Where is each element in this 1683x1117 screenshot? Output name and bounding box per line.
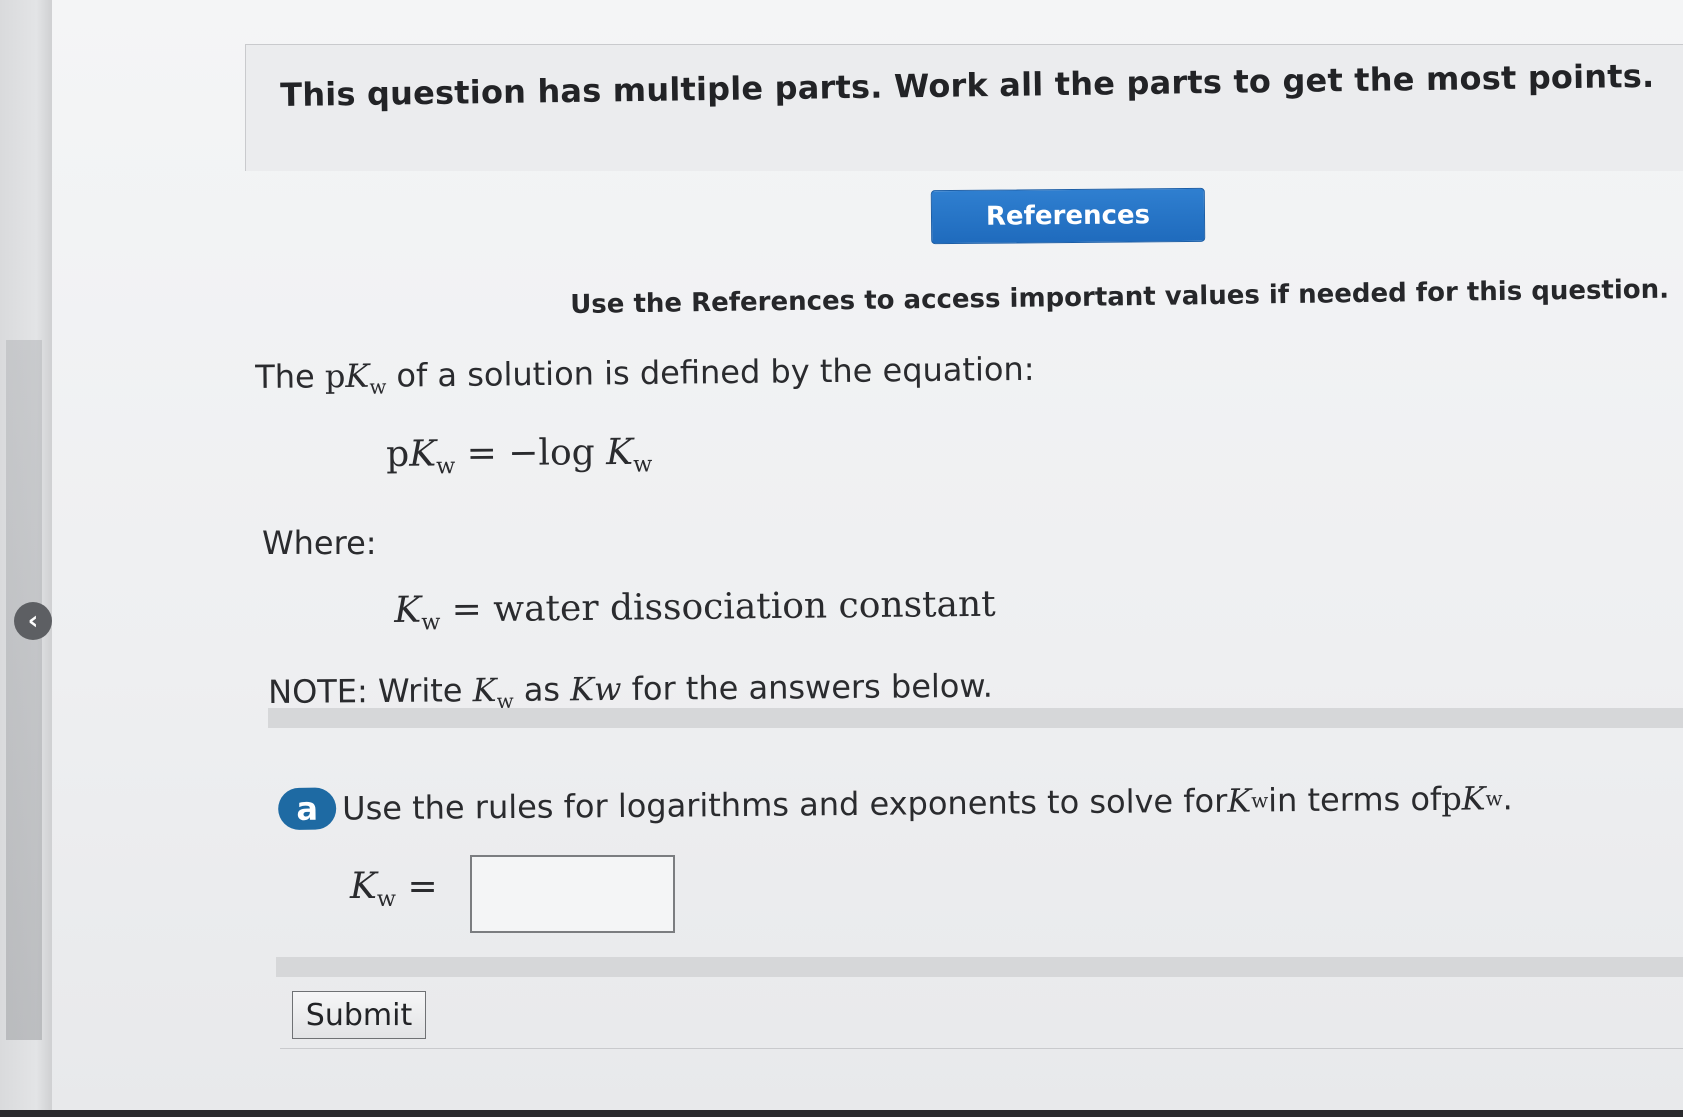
answer-divider: [276, 957, 1683, 977]
intro-p: p: [324, 357, 346, 396]
answer-sub-w: w: [376, 885, 397, 912]
submit-button[interactable]: Submit: [292, 991, 426, 1039]
note-before: NOTE: Write: [268, 671, 473, 711]
monitor-bezel-bottom: [0, 1110, 1683, 1117]
eq1-sub-w: w: [436, 453, 456, 480]
eq2-rest: = water dissociation constant: [440, 583, 996, 631]
references-button[interactable]: References: [930, 187, 1206, 245]
answer-label: Kw =: [350, 866, 438, 912]
back-arrow-icon[interactable]: ‹: [14, 602, 52, 640]
note-as: as: [513, 670, 571, 709]
intro-k: K: [345, 356, 370, 396]
part-a-sub-w2: w: [1485, 786, 1503, 810]
part-a-text-end: .: [1502, 779, 1513, 818]
eq2-k: K: [394, 589, 422, 631]
monitor-bezel-left: [0, 0, 52, 1117]
eq1-p: p: [386, 433, 410, 475]
where-label: Where:: [262, 524, 377, 562]
bezel-strip: [6, 340, 42, 1040]
part-a-text-before: Use the rules for logarithms and exponen…: [342, 781, 1228, 828]
pkw-equation: pKw = −log Kw: [386, 432, 652, 480]
part-a-badge: a: [278, 787, 337, 830]
section-divider: [268, 708, 1683, 728]
note-k: K: [472, 671, 497, 710]
part-a-p: p: [1441, 779, 1462, 818]
part-a-k2: K: [1461, 779, 1486, 818]
part-a-text-middle: in terms of: [1268, 779, 1442, 820]
bottom-divider: [280, 1048, 1683, 1049]
eq2-sub-w: w: [421, 609, 441, 636]
part-a-k: K: [1227, 781, 1252, 820]
eq1-sub-w2: w: [633, 451, 653, 478]
eq1-k2: K: [605, 431, 634, 474]
intro-text-before: The: [255, 357, 326, 396]
note-after: for the answers below.: [621, 666, 993, 708]
note-kw: Kw: [570, 669, 622, 709]
part-a-sub-w: w: [1251, 788, 1269, 813]
intro-text-after: of a solution is defined by the equation…: [386, 349, 1035, 395]
answer-k: K: [350, 866, 377, 907]
eq1-k: K: [409, 433, 437, 475]
answer-equals: =: [396, 866, 438, 907]
kw-answer-input[interactable]: [470, 855, 675, 933]
eq1-mid: = −log: [455, 432, 607, 475]
kw-definition: Kw = water dissociation constant: [394, 584, 996, 636]
problem-intro: The pKw of a solution is defined by the …: [255, 350, 1035, 400]
intro-sub-w: w: [369, 375, 387, 399]
